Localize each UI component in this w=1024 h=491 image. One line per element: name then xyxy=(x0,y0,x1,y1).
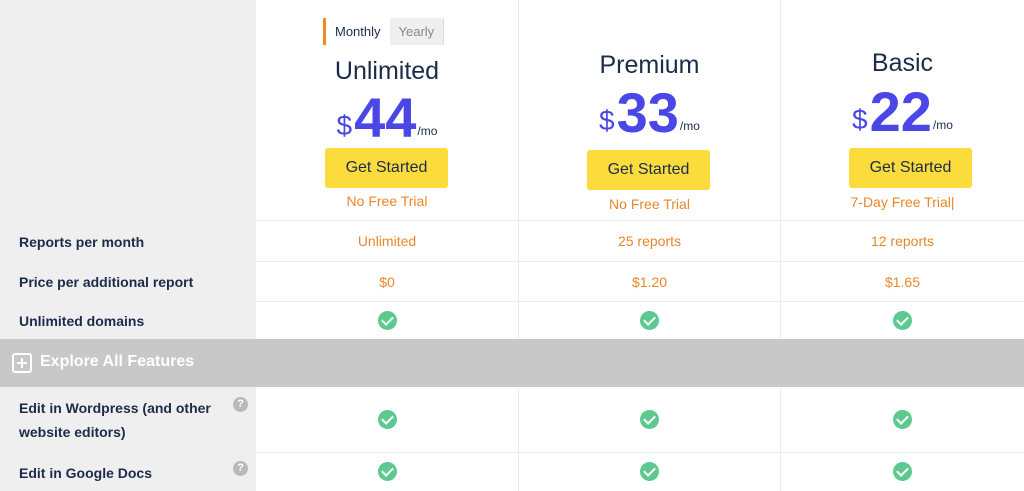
currency-symbol: $ xyxy=(852,104,868,135)
table-row-price-per-additional-report: Price per additional report $0 $1.20 $1.… xyxy=(0,261,1024,301)
row-label: Unlimited domains xyxy=(19,313,145,329)
price-period: /mo xyxy=(417,124,438,138)
check-icon xyxy=(377,410,397,429)
check-icon xyxy=(640,410,659,429)
plan-name: Unlimited xyxy=(334,57,440,85)
get-started-button-unlimited[interactable]: Get Started xyxy=(325,148,448,188)
check-icon xyxy=(893,410,912,429)
plan-column-premium: Premium $ 33 /mo Get Started No Free Tri… xyxy=(518,0,780,220)
row-value xyxy=(518,302,780,339)
row-label: Edit in Wordpress (and other website edi… xyxy=(19,400,211,440)
table-row-unlimited-domains: Unlimited domains xyxy=(0,301,1024,339)
currency-symbol: $ xyxy=(336,110,353,141)
explore-all-features-toggle[interactable]: Explore All Features xyxy=(0,339,1024,387)
help-icon[interactable]: ? xyxy=(233,397,248,412)
plan-price: $ 44 /mo xyxy=(256,86,518,149)
yearly-option[interactable]: Yearly xyxy=(389,18,445,45)
row-label: Price per additional report xyxy=(19,274,194,290)
price-period: /mo xyxy=(932,118,953,132)
row-value xyxy=(256,462,518,481)
row-value: $0 xyxy=(379,274,395,290)
trial-note: No Free Trial xyxy=(346,193,428,209)
row-value: 12 reports xyxy=(780,221,1024,261)
check-icon xyxy=(377,311,397,330)
table-row-reports-per-month: Reports per month Unlimited 25 reports 1… xyxy=(0,220,1024,261)
plan-name: Premium xyxy=(599,51,700,79)
row-value xyxy=(780,453,1024,491)
get-started-button-basic[interactable]: Get Started xyxy=(849,148,972,188)
explore-all-features-label: Explore All Features xyxy=(40,353,195,370)
plus-icon xyxy=(12,353,32,373)
row-value xyxy=(256,410,518,429)
row-value xyxy=(518,387,780,452)
row-label: Reports per month xyxy=(19,234,145,250)
price-amount: 22 xyxy=(869,80,932,143)
get-started-button-premium[interactable]: Get Started xyxy=(587,150,710,190)
monthly-option[interactable]: Monthly xyxy=(323,18,390,45)
row-value xyxy=(518,453,780,491)
price-period: /mo xyxy=(679,119,700,133)
check-icon xyxy=(893,311,912,330)
plan-name: Basic xyxy=(871,49,934,77)
check-icon xyxy=(640,311,659,330)
billing-toggle[interactable]: Monthly Yearly xyxy=(323,18,445,45)
row-value: Unlimited xyxy=(357,233,417,249)
trial-note: No Free Trial xyxy=(609,196,690,212)
plan-price: $ 33 /mo xyxy=(519,81,780,144)
table-row-edit-in-wordpress: Edit in Wordpress (and other website edi… xyxy=(0,387,1024,452)
table-row-edit-in-google-docs: Edit in Google Docs ? xyxy=(0,452,1024,491)
check-icon xyxy=(640,462,659,481)
check-icon xyxy=(377,462,397,481)
row-label: Edit in Google Docs xyxy=(19,465,153,481)
plan-price: $ 22 /mo xyxy=(781,80,1024,143)
plan-column-basic: Basic $ 22 /mo Get Started 7-Day Free Tr… xyxy=(780,0,1024,220)
row-value xyxy=(780,302,1024,339)
price-amount: 33 xyxy=(616,81,679,144)
check-icon xyxy=(893,462,912,481)
price-amount: 44 xyxy=(354,86,417,149)
trial-note: 7-Day Free Trial| xyxy=(850,194,955,210)
row-value: $1.65 xyxy=(780,262,1024,301)
plan-column-unlimited: Monthly Yearly Unlimited $ 44 /mo Get St… xyxy=(256,0,518,220)
help-icon[interactable]: ? xyxy=(233,461,248,476)
row-value xyxy=(256,311,518,330)
row-value xyxy=(780,387,1024,452)
row-value: $1.20 xyxy=(518,262,780,301)
row-value: 25 reports xyxy=(518,221,780,261)
currency-symbol: $ xyxy=(599,105,615,136)
